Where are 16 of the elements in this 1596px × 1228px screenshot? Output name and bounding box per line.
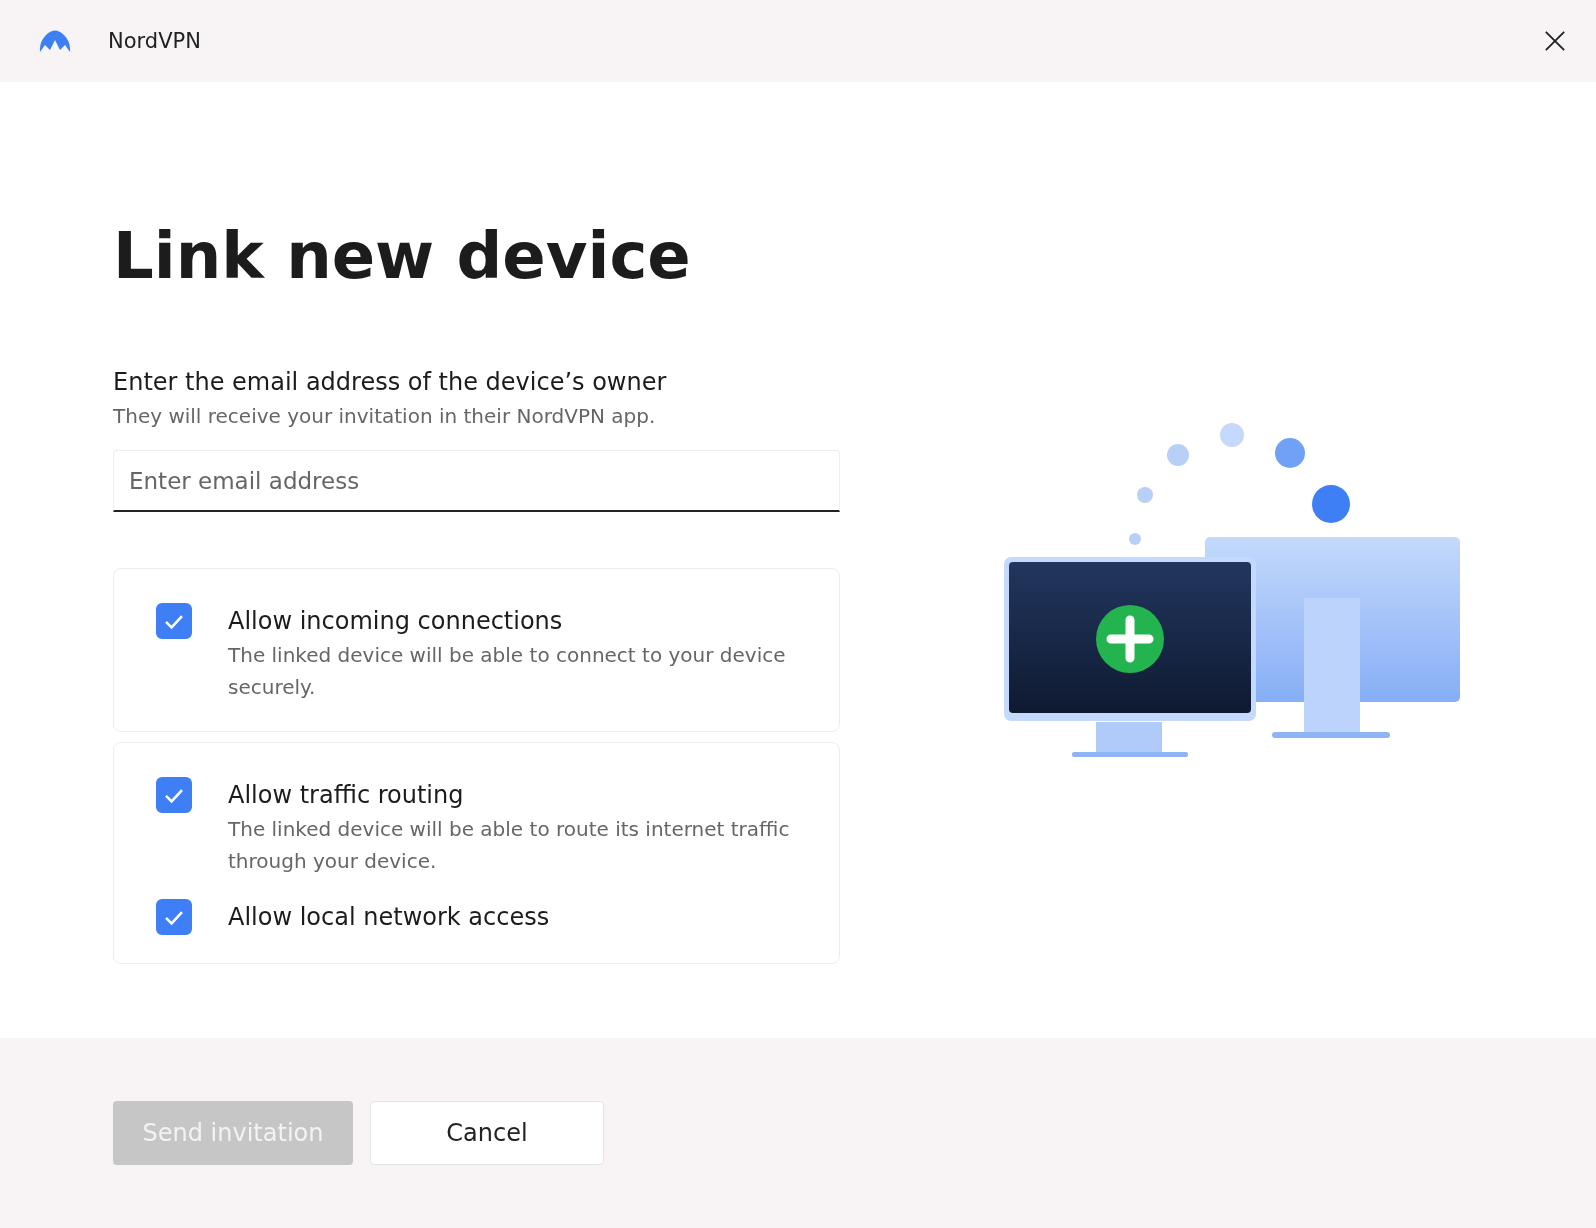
logo-icon xyxy=(38,28,72,54)
cancel-button[interactable]: Cancel xyxy=(370,1101,604,1165)
checkbox[interactable] xyxy=(156,777,192,813)
option-label: Allow incoming connections xyxy=(228,606,564,637)
checkbox[interactable] xyxy=(156,899,192,935)
option-description: The linked device will be able to connect to your device securely. xyxy=(228,642,787,701)
close-icon[interactable] xyxy=(1544,30,1566,52)
checkbox[interactable] xyxy=(156,603,192,639)
option-description: The linked device will be able to route its internet traffic through your device. xyxy=(228,816,791,875)
window-title: NordVPN xyxy=(108,29,201,53)
email-prompt: Enter the email address of the device’s owner xyxy=(113,368,668,396)
option-label: Allow local network access xyxy=(228,902,550,933)
option-label: Allow traffic routing xyxy=(228,780,465,811)
email-hint: They will receive your invitation in their NordVPN app. xyxy=(113,404,657,428)
page-heading: Link new device xyxy=(113,224,692,288)
email-field[interactable]: Enter email address xyxy=(113,450,840,512)
